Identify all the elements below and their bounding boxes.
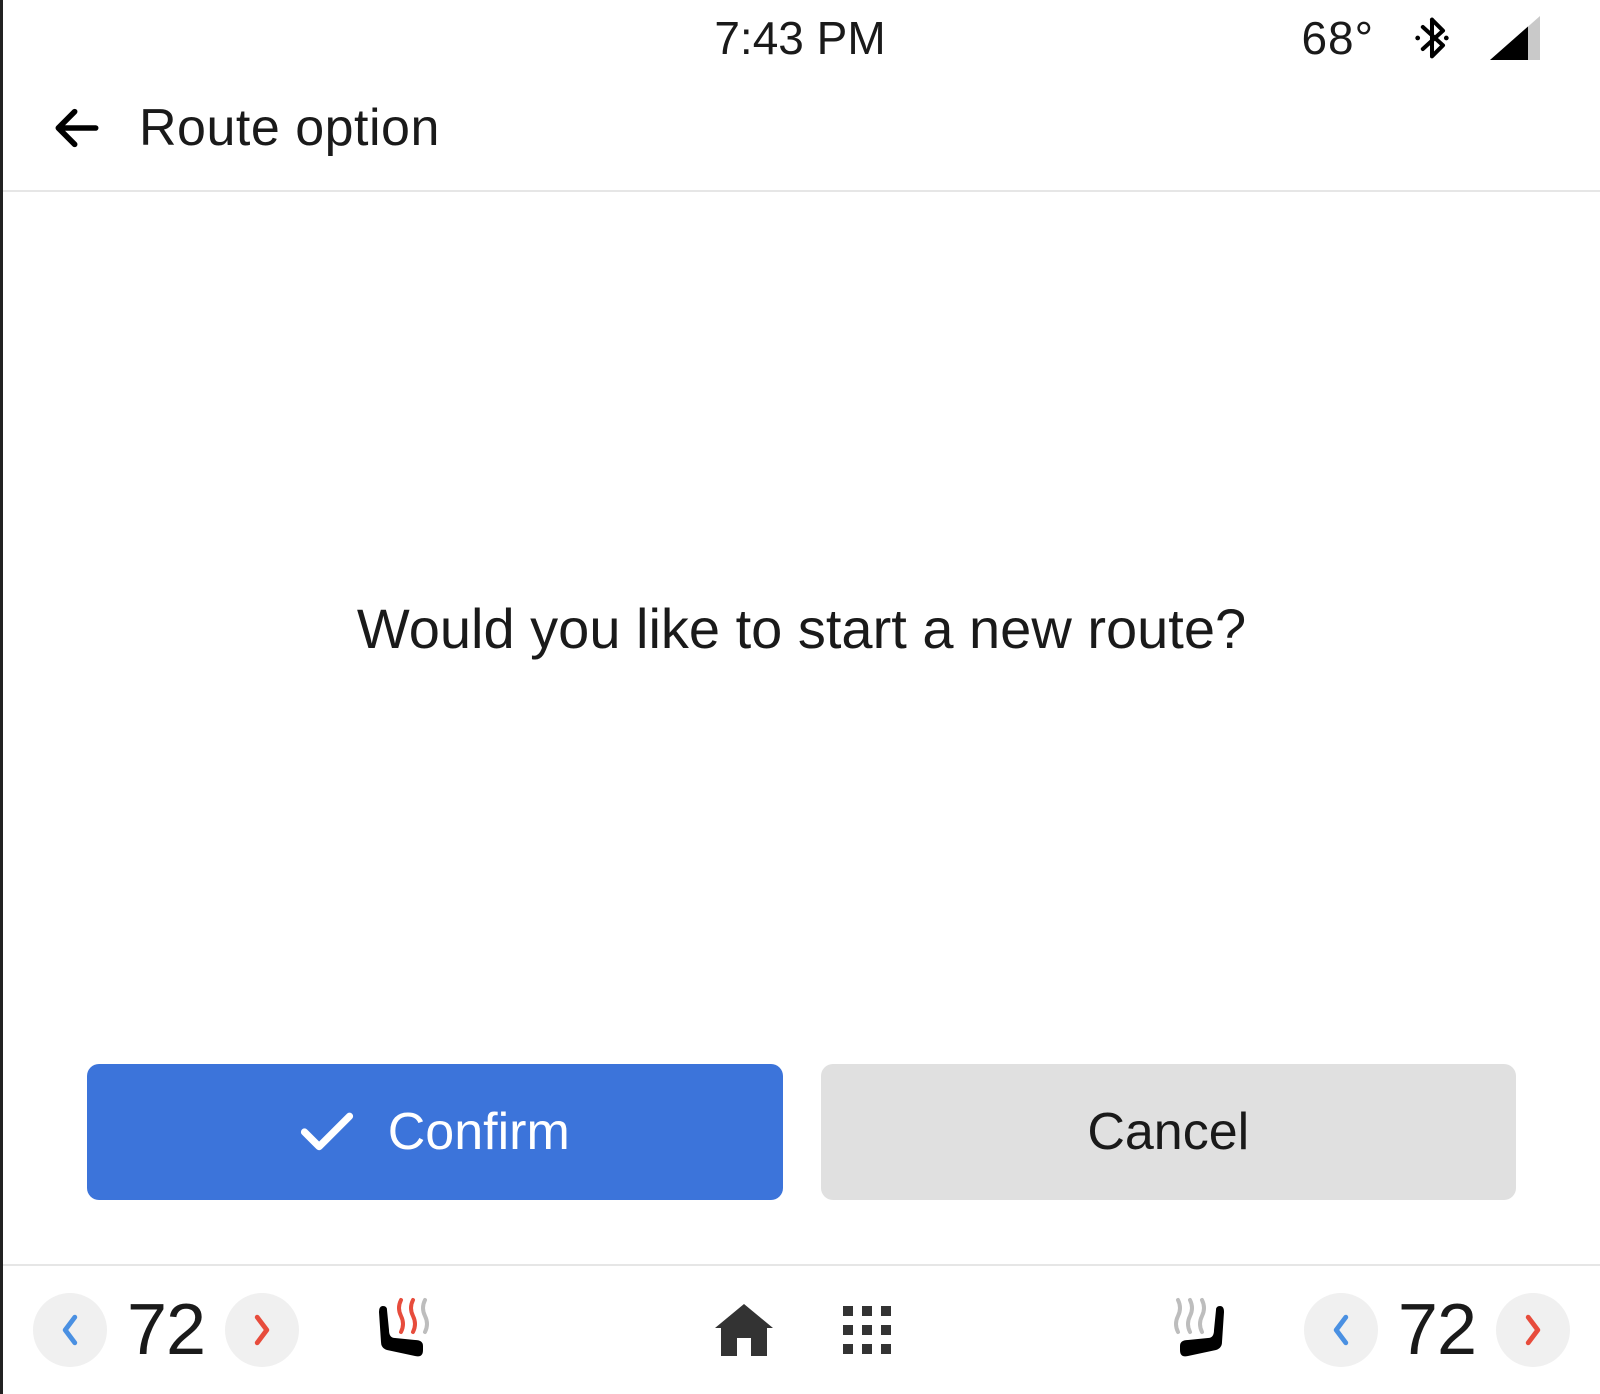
apps-button[interactable]: [839, 1302, 895, 1358]
right-temp-value: 72: [1398, 1289, 1476, 1371]
chevron-right-icon: [252, 1314, 272, 1346]
home-icon: [709, 1298, 779, 1362]
right-climate-group: 72: [1162, 1289, 1570, 1371]
chevron-left-icon: [1331, 1314, 1351, 1346]
cancel-button[interactable]: Cancel: [821, 1064, 1517, 1200]
prompt-question: Would you like to start a new route?: [357, 596, 1246, 661]
back-button[interactable]: [43, 94, 111, 162]
status-bar: 7:43 PM 68°: [3, 0, 1600, 76]
header-bar: Route option: [3, 76, 1600, 192]
right-temp-up-button[interactable]: [1496, 1293, 1570, 1367]
bottom-bar: 72: [3, 1264, 1600, 1394]
left-climate-group: 72: [33, 1289, 441, 1371]
main-content: Would you like to start a new route? Con…: [3, 192, 1600, 1264]
right-temp-down-button[interactable]: [1304, 1293, 1378, 1367]
heated-seat-left-icon[interactable]: [365, 1294, 441, 1366]
confirm-label: Confirm: [388, 1102, 570, 1162]
left-temp-down-button[interactable]: [33, 1293, 107, 1367]
action-row: Confirm Cancel: [3, 1064, 1600, 1264]
left-temp-value: 72: [127, 1289, 205, 1371]
back-arrow-icon: [49, 100, 105, 156]
heated-seat-right-icon[interactable]: [1162, 1294, 1238, 1366]
apps-grid-icon: [839, 1302, 895, 1358]
cancel-label: Cancel: [1087, 1102, 1249, 1162]
left-temp-up-button[interactable]: [225, 1293, 299, 1367]
confirm-button[interactable]: Confirm: [87, 1064, 783, 1200]
signal-icon: [1490, 16, 1540, 60]
page-title: Route option: [139, 98, 440, 158]
bluetooth-icon: [1410, 16, 1454, 60]
outside-temperature: 68°: [1301, 11, 1374, 65]
center-nav-icons: [709, 1298, 895, 1362]
status-time: 7:43 PM: [714, 11, 885, 65]
check-icon: [300, 1111, 354, 1153]
home-button[interactable]: [709, 1298, 779, 1362]
prompt-area: Would you like to start a new route?: [3, 192, 1600, 1064]
chevron-right-icon: [1523, 1314, 1543, 1346]
chevron-left-icon: [60, 1314, 80, 1346]
